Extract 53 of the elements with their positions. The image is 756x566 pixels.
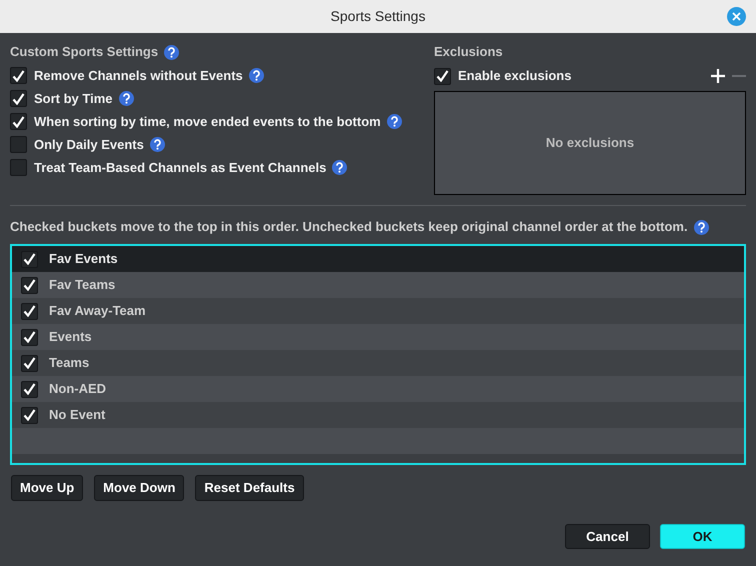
checkbox[interactable] [21, 406, 38, 424]
bucket-row[interactable]: Teams [12, 350, 744, 376]
ok-button[interactable]: OK [660, 524, 745, 549]
bucket-row[interactable]: No Event [12, 402, 744, 428]
checkbox[interactable] [10, 113, 27, 130]
section-heading: Exclusions [434, 43, 503, 62]
checkbox-label: Only Daily Events [34, 136, 144, 154]
bucket-row[interactable]: Events [12, 324, 744, 350]
checkbox-label: When sorting by time, move ended events to the bottom [34, 112, 381, 131]
cancel-button[interactable]: Cancel [565, 524, 650, 549]
list-button[interactable]: Move Down [94, 475, 184, 501]
bucket-label: Non-AED [49, 380, 106, 398]
checkbox[interactable] [10, 136, 27, 153]
bucket-row[interactable]: Fav Teams [12, 272, 744, 298]
help-icon[interactable] [332, 160, 348, 175]
description-text: Checked buckets move to the top in this order. Unchecked buckets keep original channel order at the bottom. [10, 218, 688, 236]
close-icon [732, 12, 741, 21]
checkbox[interactable] [21, 302, 38, 320]
checkbox[interactable] [21, 328, 38, 346]
window-title: Sports Settings [330, 7, 426, 26]
list-button[interactable]: Reset Defaults [195, 475, 304, 501]
help-icon[interactable] [248, 68, 264, 83]
checkbox-label: Treat Team-Based Channels as Event Channels [34, 158, 326, 177]
checkbox[interactable] [21, 380, 38, 398]
list-button[interactable]: Move Up [11, 475, 84, 501]
checkbox[interactable] [10, 90, 27, 107]
section-heading: Custom Sports Settings [10, 43, 158, 62]
bucket-label: Fav Away-Team [49, 302, 146, 320]
checkbox[interactable] [434, 68, 451, 84]
bucket-label: Teams [49, 354, 90, 372]
help-icon[interactable] [150, 137, 165, 152]
checkbox[interactable] [10, 159, 27, 176]
close-button[interactable] [727, 7, 746, 26]
bucket-row[interactable]: Non-AED [12, 376, 744, 402]
bucket-label: Events [49, 328, 92, 346]
help-icon[interactable] [164, 44, 180, 60]
checkbox[interactable] [21, 354, 38, 372]
bucket-row[interactable]: Fav Away-Team [12, 298, 744, 324]
checkbox-label: Sort by Time [34, 90, 113, 108]
help-icon[interactable] [118, 91, 134, 106]
help-icon[interactable] [694, 220, 709, 234]
bucket-row[interactable]: Fav Events [12, 246, 744, 272]
bucket-label: Fav Events [49, 250, 118, 268]
checkbox[interactable] [10, 67, 27, 84]
empty-message: No exclusions [546, 134, 634, 152]
checkbox-label: Enable exclusions [458, 67, 572, 86]
add-icon[interactable] [710, 68, 726, 84]
checkbox[interactable] [21, 276, 38, 294]
checkbox[interactable] [21, 250, 38, 268]
bucket-label: No Event [49, 406, 106, 424]
help-icon[interactable] [386, 114, 402, 129]
bucket-label: Fav Teams [49, 276, 116, 294]
checkbox-label: Remove Channels without Events [34, 66, 243, 85]
